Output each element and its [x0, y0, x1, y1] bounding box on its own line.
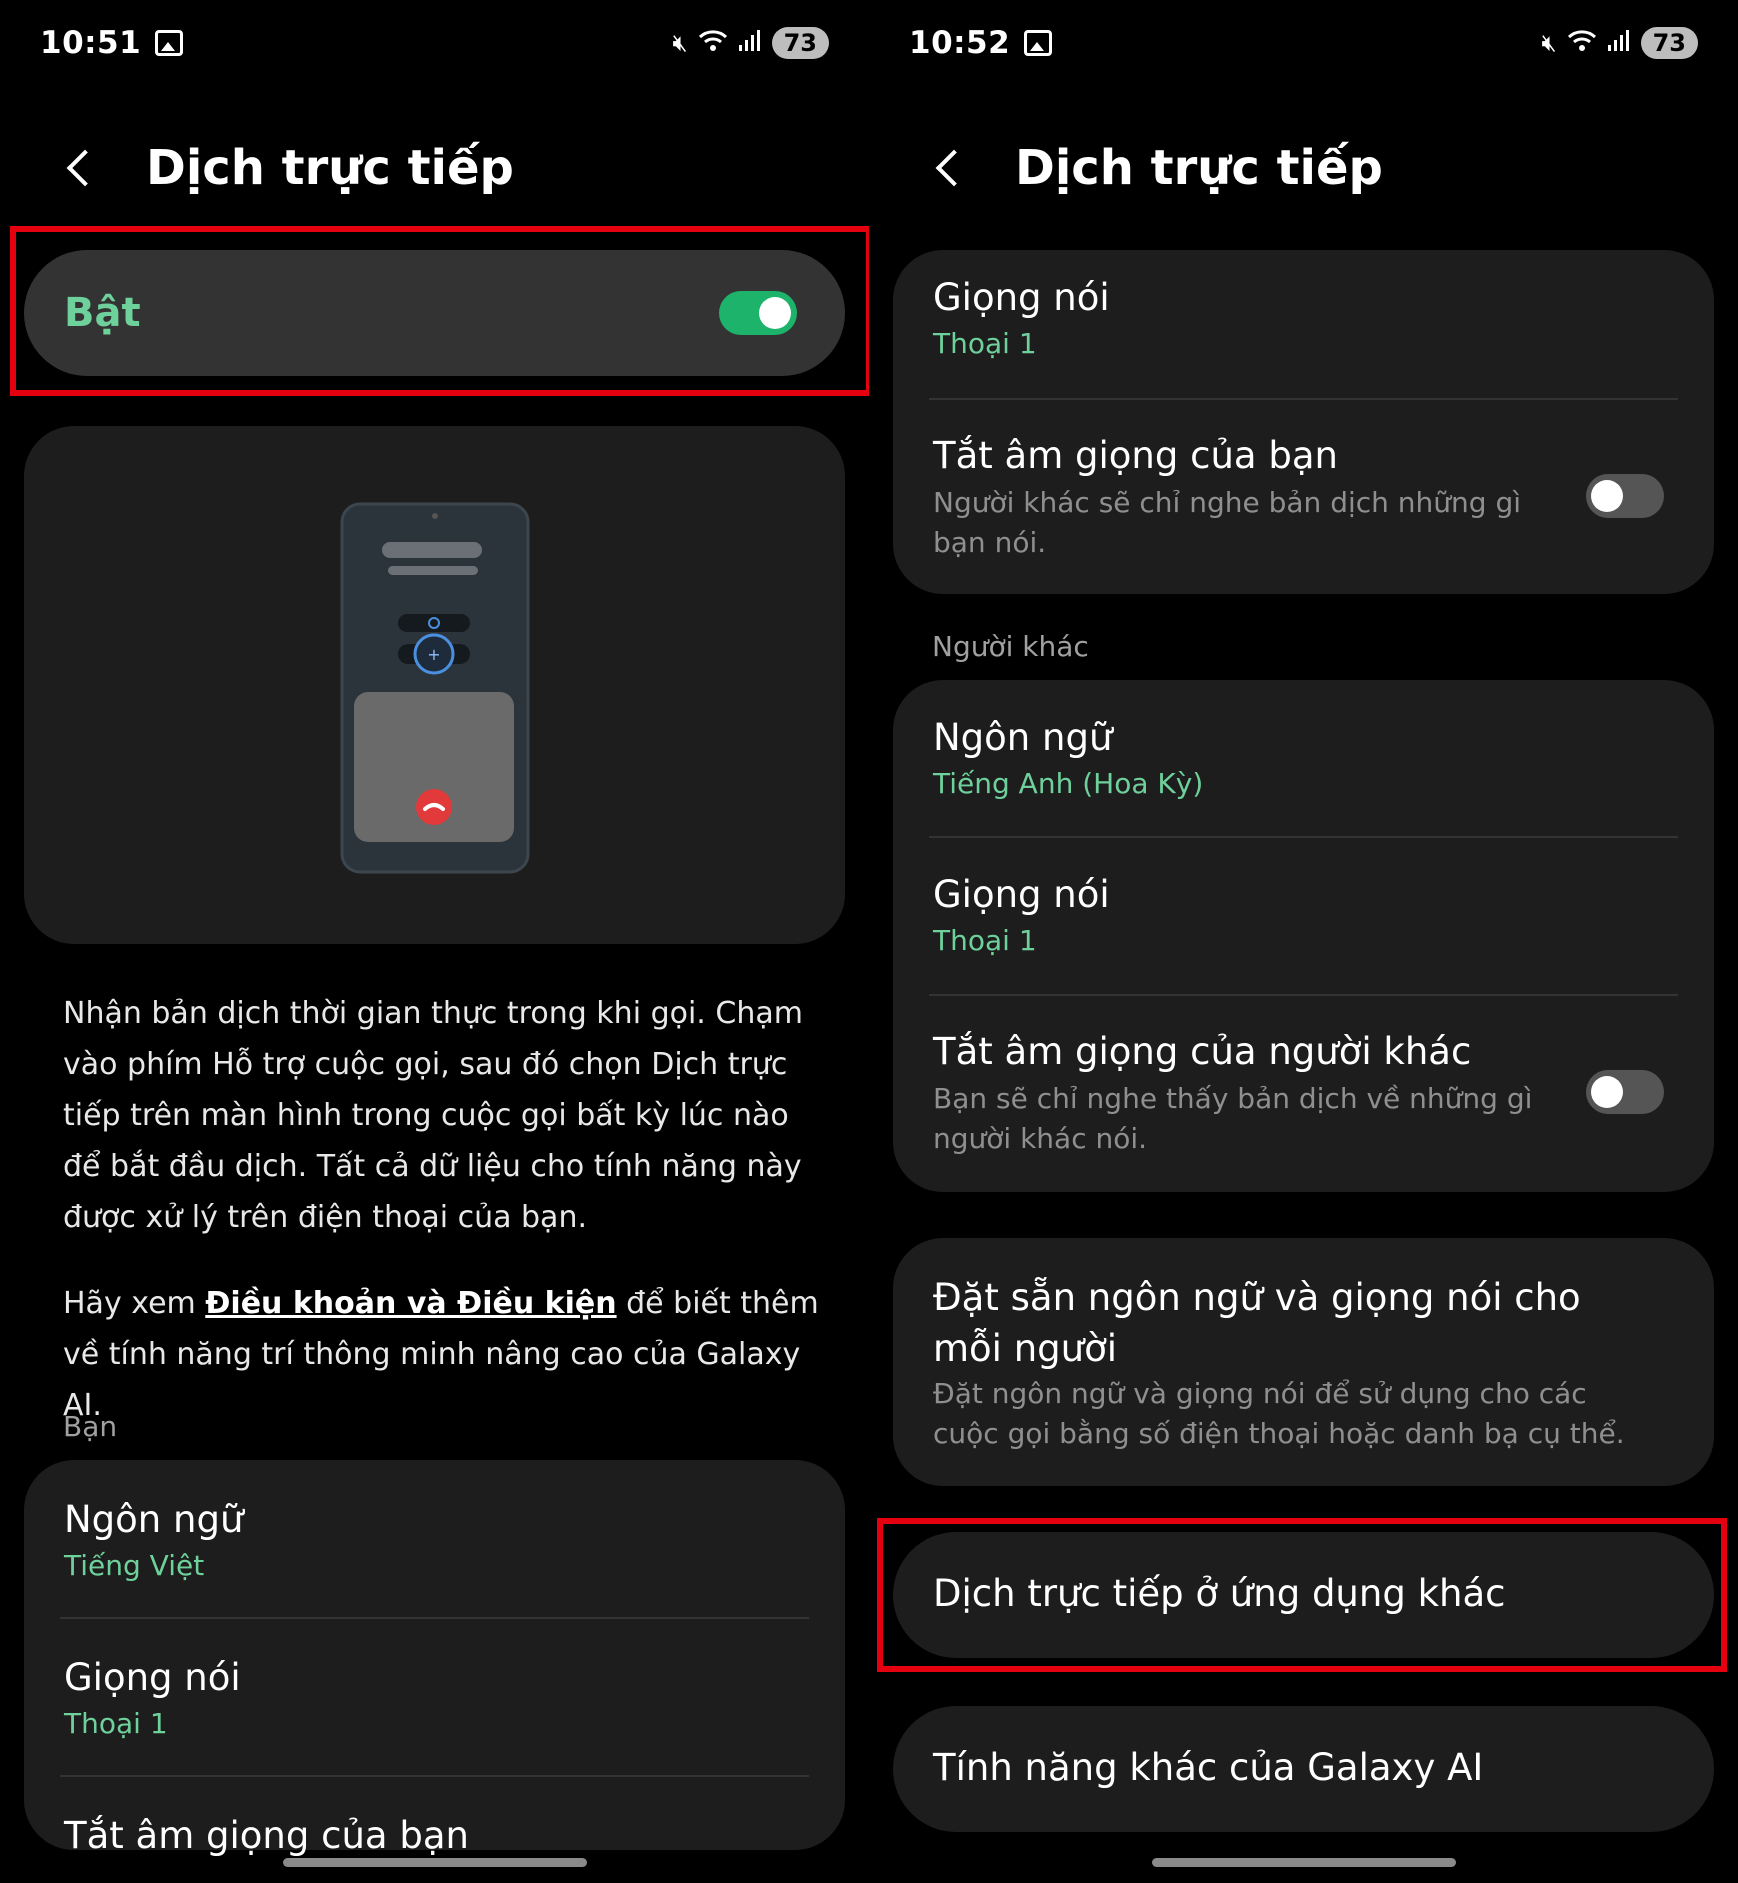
preset-card[interactable]: Đặt sẵn ngôn ngữ và giọng nói cho mỗi ng…	[893, 1238, 1714, 1486]
svg-text:+: +	[427, 645, 440, 664]
galaxy-ai-item[interactable]: Tính năng khác của Galaxy AI	[893, 1706, 1714, 1832]
others-mute-desc: Bạn sẽ chỉ nghe thấy bản dịch về những g…	[933, 1082, 1533, 1155]
galaxy-ai-title: Tính năng khác của Galaxy AI	[933, 1746, 1484, 1789]
you-voice-value: Thoại 1	[64, 1707, 168, 1740]
you-mute-title: Tắt âm giọng của bạn	[933, 434, 1338, 477]
clock: 10:51	[40, 25, 142, 61]
gallery-notification-icon	[155, 30, 184, 56]
you-voice-title: Giọng nói	[64, 1656, 241, 1699]
you-mute-desc: Người khác sẽ chỉ nghe bản dịch những gì…	[933, 486, 1521, 559]
section-header-you: Bạn	[63, 1410, 118, 1443]
right-screen: 10:52 🔇︎ 73 Dịch trực tiếp Giọng nói Tho…	[869, 0, 1738, 1883]
divider	[929, 836, 1678, 838]
signal-icon	[1607, 29, 1631, 57]
section-header-others: Người khác	[932, 630, 1089, 663]
preset-desc: Đặt ngôn ngữ và giọng nói để sử dụng cho…	[933, 1377, 1625, 1450]
you-voice-title: Giọng nói	[933, 276, 1110, 319]
others-settings-card: Ngôn ngữ Tiếng Anh (Hoa Kỳ) Giọng nói Th…	[893, 680, 1714, 1192]
you-mute-item[interactable]: Tắt âm giọng của bạn	[64, 1814, 805, 1857]
status-icons: 🔇︎ 73	[1541, 27, 1698, 59]
divider	[60, 1775, 809, 1777]
app-header: Dịch trực tiếp	[931, 140, 1383, 196]
divider	[929, 398, 1678, 400]
mute-you-toggle[interactable]	[1586, 474, 1664, 518]
others-language-item[interactable]: Ngôn ngữ Tiếng Anh (Hoa Kỳ)	[933, 716, 1674, 800]
status-bar: 10:51 🔇︎ 73	[40, 18, 829, 68]
wifi-icon	[698, 28, 728, 58]
highlight-box	[10, 226, 869, 396]
page-title: Dịch trực tiếp	[1015, 140, 1383, 196]
phone-call-illustration: +	[340, 502, 530, 874]
clock: 10:52	[909, 25, 1011, 61]
you-language-value: Tiếng Việt	[64, 1549, 205, 1582]
page-title: Dịch trực tiếp	[146, 140, 514, 196]
you-settings-card: Ngôn ngữ Tiếng Việt Giọng nói Thoại 1 Tắ…	[24, 1460, 845, 1857]
others-voice-item[interactable]: Giọng nói Thoại 1	[933, 873, 1674, 957]
you-mute-title: Tắt âm giọng của bạn	[64, 1814, 469, 1857]
you-language-item[interactable]: Ngôn ngữ Tiếng Việt	[64, 1498, 805, 1582]
back-arrow-icon[interactable]	[935, 149, 973, 187]
you-language-title: Ngôn ngữ	[64, 1498, 244, 1541]
gallery-notification-icon	[1024, 30, 1053, 56]
status-bar: 10:52 🔇︎ 73	[909, 18, 1698, 68]
others-language-value: Tiếng Anh (Hoa Kỳ)	[933, 767, 1204, 800]
others-mute-title: Tắt âm giọng của người khác	[933, 1030, 1472, 1073]
status-icons: 🔇︎ 73	[672, 27, 829, 59]
home-indicator[interactable]	[283, 1858, 587, 1867]
you-settings-card: Giọng nói Thoại 1 Tắt âm giọng của bạn N…	[893, 250, 1714, 594]
terms-text-before: Hãy xem	[63, 1286, 206, 1321]
home-indicator[interactable]	[1152, 1858, 1456, 1867]
battery-indicator: 73	[771, 27, 829, 59]
others-mute-item[interactable]: Tắt âm giọng của người khác Bạn sẽ chỉ n…	[933, 1030, 1564, 1159]
preset-item[interactable]: Đặt sẵn ngôn ngữ và giọng nói cho mỗi ng…	[933, 1272, 1654, 1454]
others-voice-value: Thoại 1	[933, 924, 1037, 957]
divider	[929, 994, 1678, 996]
others-voice-title: Giọng nói	[933, 873, 1110, 916]
you-voice-value: Thoại 1	[933, 327, 1037, 360]
back-arrow-icon[interactable]	[66, 149, 104, 187]
terms-paragraph: Hãy xem Điều khoản và Điều kiện để biết …	[63, 1278, 823, 1431]
signal-icon	[738, 29, 762, 57]
mute-icon: 🔇︎	[1541, 29, 1557, 57]
battery-indicator: 73	[1640, 27, 1698, 59]
you-voice-item[interactable]: Giọng nói Thoại 1	[64, 1656, 805, 1740]
others-language-title: Ngôn ngữ	[933, 716, 1113, 759]
you-mute-item[interactable]: Tắt âm giọng của bạn Người khác sẽ chỉ n…	[933, 434, 1564, 563]
mute-icon: 🔇︎	[672, 29, 688, 57]
app-header: Dịch trực tiếp	[62, 140, 514, 196]
left-screen: 10:51 🔇︎ 73 Dịch trực tiếp Bật + Nhận bả…	[0, 0, 869, 1883]
description-text: Nhận bản dịch thời gian thực trong khi g…	[63, 996, 803, 1235]
preset-title: Đặt sẵn ngôn ngữ và giọng nói cho mỗi ng…	[933, 1276, 1581, 1370]
mute-others-toggle[interactable]	[1586, 1070, 1664, 1114]
illustration-card: +	[24, 426, 845, 944]
terms-link[interactable]: Điều khoản và Điều kiện	[205, 1286, 616, 1321]
highlight-box	[877, 1518, 1727, 1672]
wifi-icon	[1567, 28, 1597, 58]
divider	[60, 1617, 809, 1619]
you-voice-item[interactable]: Giọng nói Thoại 1	[933, 276, 1674, 360]
